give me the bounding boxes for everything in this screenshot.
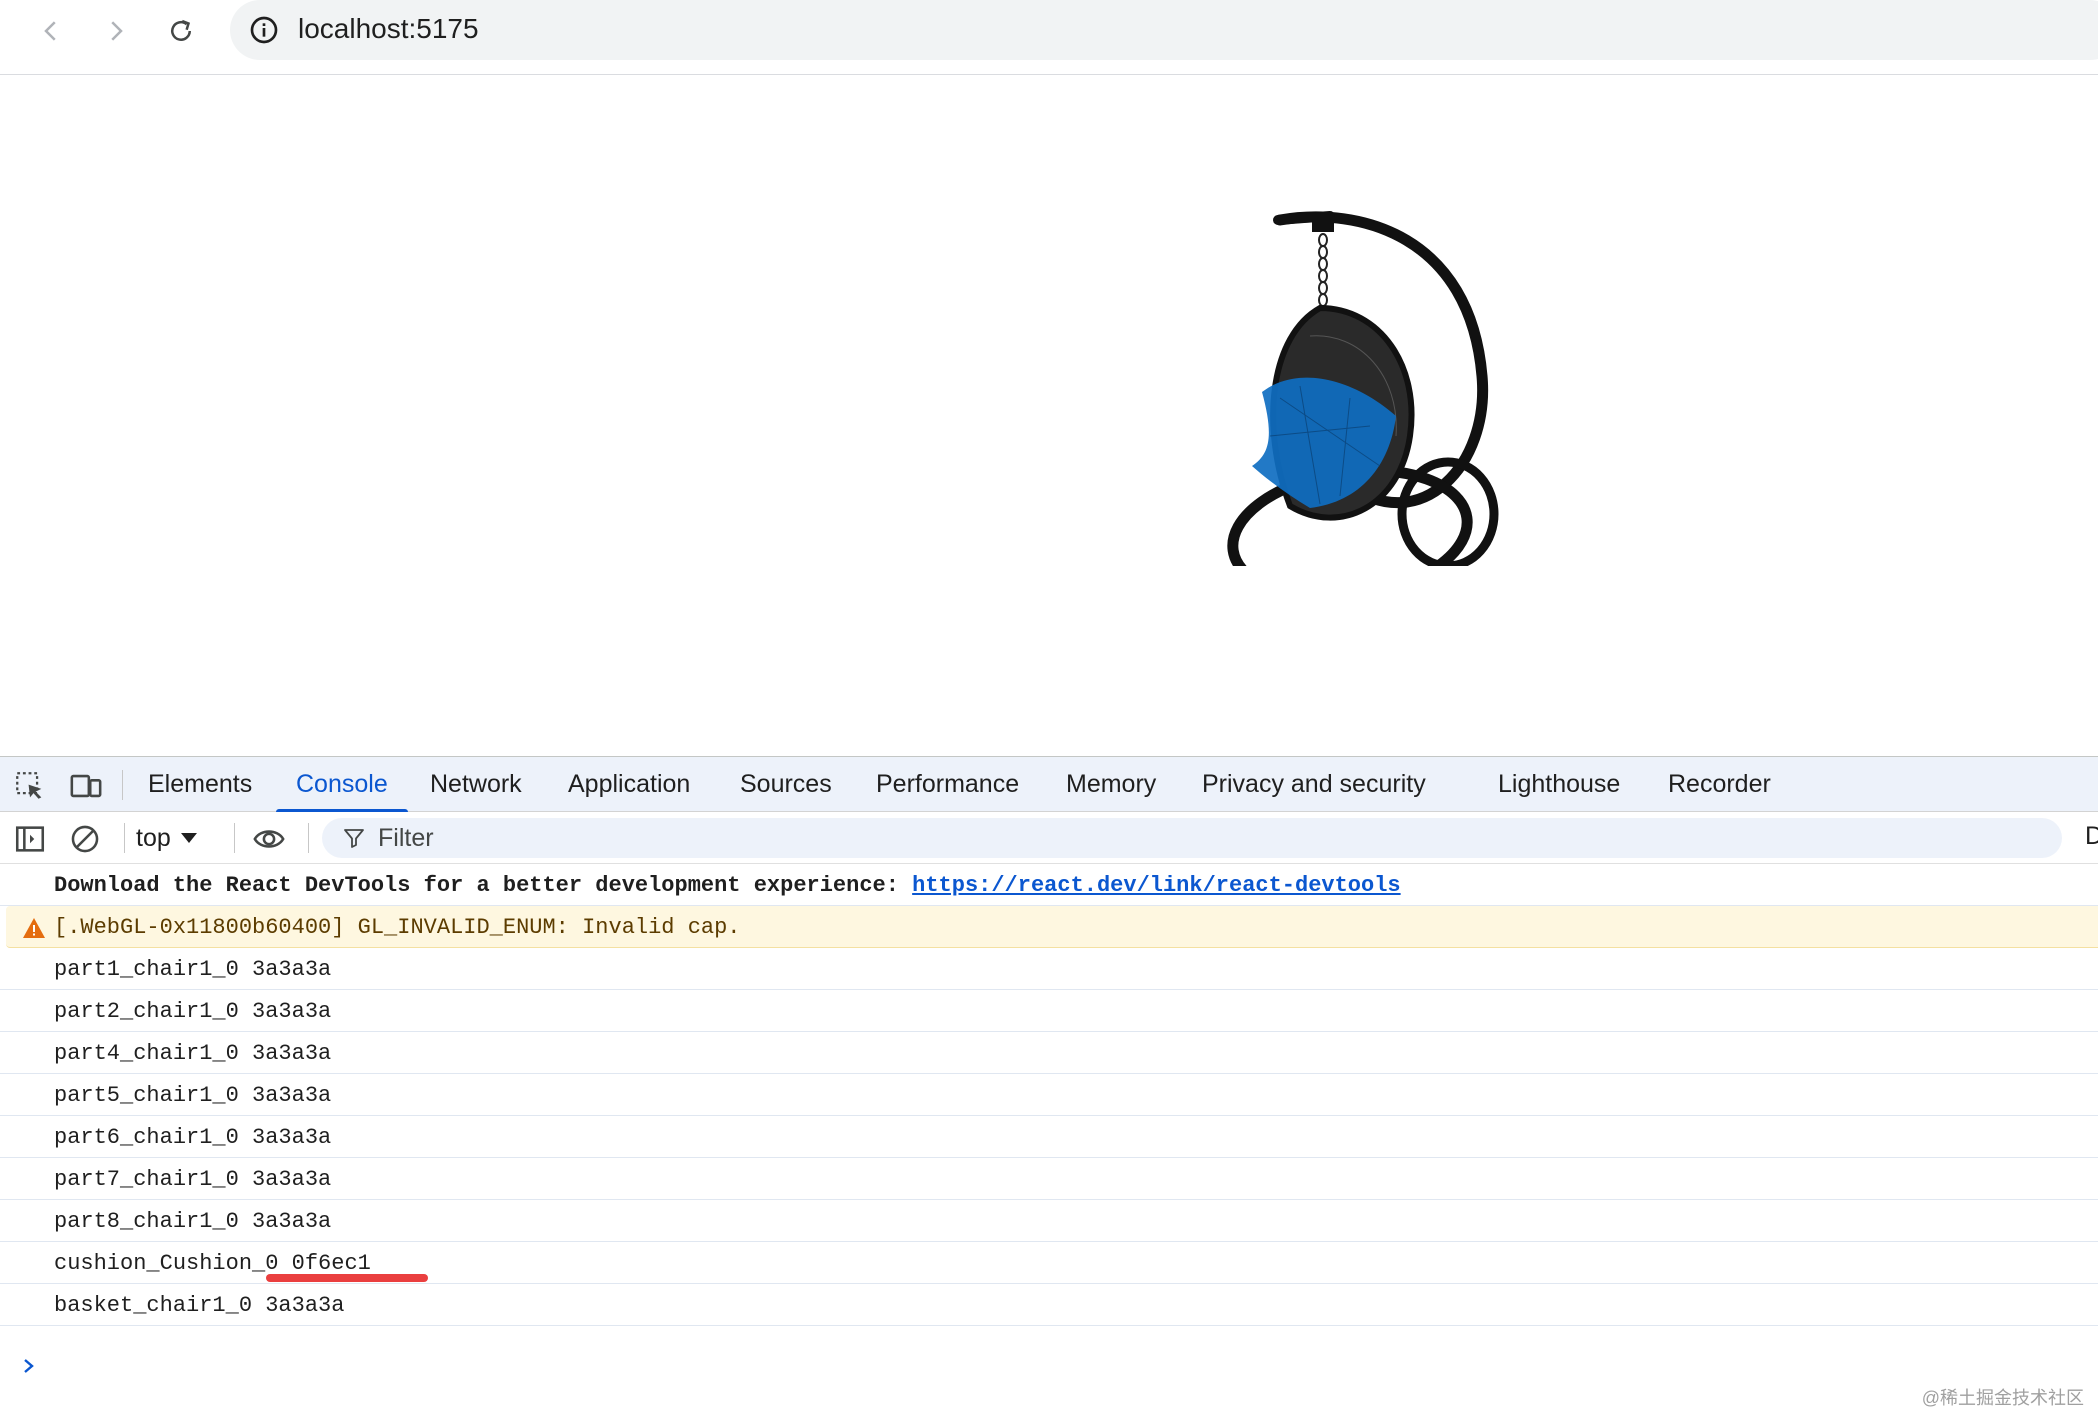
tab-memory[interactable]: Memory	[1046, 757, 1176, 812]
page-viewport	[0, 76, 2098, 756]
toolbar-divider	[308, 823, 309, 853]
chevron-left-icon	[44, 21, 56, 41]
console-message-info: Download the React DevTools for a better…	[0, 864, 2098, 906]
context-label: top	[136, 823, 171, 852]
log-text: part5_chair1_0 3a3a3a	[54, 1083, 332, 1108]
toolbar-divider	[122, 770, 123, 800]
log-text: part2_chair1_0 3a3a3a	[54, 999, 332, 1024]
tab-performance[interactable]: Performance	[856, 757, 1039, 812]
tab-privacy-and-security[interactable]: Privacy and security	[1182, 757, 1446, 812]
reload-button[interactable]	[160, 10, 202, 52]
reload-icon	[171, 19, 191, 41]
devtools-tab-bar: Elements Console Network Application Sou…	[0, 757, 2098, 813]
log-text: basket_chair1_0 3a3a3a	[54, 1293, 345, 1318]
filter-input[interactable]	[378, 820, 1978, 856]
react-devtools-link[interactable]: https://react.dev/link/react-devtools	[912, 873, 1400, 898]
javascript-context-select[interactable]: top	[136, 820, 197, 856]
red-underline-annotation	[266, 1274, 428, 1282]
device-toolbar-icon[interactable]	[69, 769, 103, 803]
eye-icon[interactable]	[252, 822, 286, 856]
console-message: part1_chair1_0 3a3a3a	[0, 948, 2098, 990]
tab-application[interactable]: Application	[548, 757, 710, 812]
console-message: part8_chair1_0 3a3a3a	[0, 1200, 2098, 1242]
console-message: part4_chair1_0 3a3a3a	[0, 1032, 2098, 1074]
console-message: part7_chair1_0 3a3a3a	[0, 1158, 2098, 1200]
log-text: part8_chair1_0 3a3a3a	[54, 1209, 332, 1234]
console-toolbar: top D	[0, 812, 2098, 864]
console-messages: Download the React DevTools for a better…	[0, 864, 2098, 1416]
devtools-panel: Elements Console Network Application Sou…	[0, 756, 2098, 1416]
log-text: part7_chair1_0 3a3a3a	[54, 1167, 332, 1192]
log-text: part1_chair1_0 3a3a3a	[54, 957, 332, 982]
address-bar[interactable]: localhost:5175	[230, 0, 2098, 60]
warning-text: [.WebGL-0x11800b60400] GL_INVALID_ENUM: …	[54, 915, 741, 940]
back-button[interactable]	[30, 10, 72, 52]
tab-elements[interactable]: Elements	[128, 757, 272, 812]
info-text: Download the React DevTools for a better…	[54, 873, 913, 898]
tab-sources[interactable]: Sources	[720, 757, 852, 812]
warning-icon	[23, 918, 45, 938]
filter-icon	[344, 829, 364, 848]
tab-recorder[interactable]: Recorder	[1648, 757, 1791, 812]
console-message: part6_chair1_0 3a3a3a	[0, 1116, 2098, 1158]
message-text: Download the React DevTools for a better…	[54, 873, 1401, 898]
console-prompt-icon	[24, 1359, 34, 1373]
console-filter[interactable]	[322, 818, 2062, 858]
sidebar-toggle-icon[interactable]	[13, 822, 47, 856]
console-message: part2_chair1_0 3a3a3a	[0, 990, 2098, 1032]
browser-toolbar: localhost:5175	[0, 0, 2098, 75]
console-input[interactable]	[54, 1350, 1954, 1382]
tab-console[interactable]: Console	[276, 757, 408, 813]
clear-console-icon[interactable]	[68, 822, 102, 856]
default-levels-dropdown[interactable]: D	[2085, 822, 2098, 851]
console-message: part5_chair1_0 3a3a3a	[0, 1074, 2098, 1116]
url-text[interactable]: localhost:5175	[298, 13, 479, 45]
toolbar-divider	[234, 823, 235, 853]
hanging-egg-chair-model[interactable]	[1200, 136, 1520, 566]
info-icon[interactable]	[248, 14, 280, 46]
console-message: basket_chair1_0 3a3a3a	[0, 1284, 2098, 1326]
log-text: part4_chair1_0 3a3a3a	[54, 1041, 332, 1066]
toolbar-divider	[124, 823, 125, 853]
console-message-warning: [.WebGL-0x11800b60400] GL_INVALID_ENUM: …	[6, 906, 2098, 948]
forward-button[interactable]	[95, 10, 137, 52]
caret-down-icon	[180, 833, 197, 843]
chevron-right-icon	[111, 21, 123, 41]
inspect-element-icon[interactable]	[13, 769, 47, 803]
log-text: cushion_Cushion_0 0f6ec1	[54, 1251, 371, 1276]
tab-lighthouse[interactable]: Lighthouse	[1478, 757, 1640, 812]
tab-network[interactable]: Network	[410, 757, 542, 812]
log-text: part6_chair1_0 3a3a3a	[54, 1125, 332, 1150]
watermark: @稀土掘金技术社区	[1921, 1388, 2084, 1408]
